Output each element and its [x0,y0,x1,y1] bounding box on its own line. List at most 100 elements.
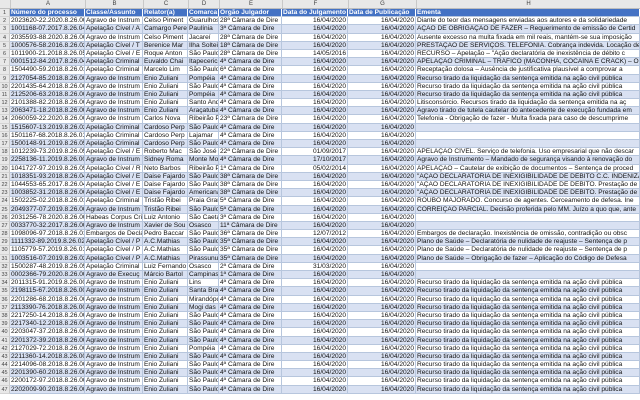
table-cell[interactable]: 16/04/2020 [282,246,348,255]
table-cell[interactable]: 0002366-79.2020.8.26.00 [10,271,85,280]
table-cell[interactable]: 1515607-13.2019.8.26.02 [10,123,85,132]
table-cell[interactable]: Recurso tirado da liquidação da sentença… [416,295,640,304]
table-cell[interactable]: Enio Zuliani [143,74,188,83]
table-cell[interactable]: Recurso tirado da liquidação da sentença… [416,303,640,312]
table-cell[interactable]: 4ª Câmara de Dire [219,311,282,321]
table-cell[interactable]: APELAÇÃO CRIMINAL – TRÁFICO (MACONHA, CO… [416,58,640,67]
table-cell[interactable]: 16/04/2020 [348,303,416,312]
table-cell[interactable]: Roberto Mac [143,148,188,157]
table-cell[interactable]: Recurso tirado da liquidação da sentença… [416,74,640,83]
table-cell[interactable]: 1ª Câmara de Dire [219,164,282,173]
table-cell[interactable]: São Paulo [188,66,219,75]
row-number[interactable]: 34 [0,279,10,288]
table-cell[interactable]: São Paulo [188,82,219,91]
table-cell[interactable]: 16/04/2020 [348,90,416,100]
table-cell[interactable]: Lajamar [188,131,219,140]
table-cell[interactable]: Agravo de Instrum [85,336,143,345]
select-all-corner[interactable] [0,0,11,8]
table-cell[interactable]: 1044553-65.2017.8.26.04 [10,180,85,190]
table-cell[interactable]: Neto Barbos [143,164,188,173]
table-cell[interactable]: Diante do teor das mensagens enviadas ao… [416,17,640,26]
table-cell[interactable]: 16/04/2020 [282,311,348,321]
table-cell[interactable]: 2201372-39.2018.8.26.00 [10,336,85,345]
row-number[interactable]: 21 [0,172,10,181]
table-cell[interactable]: Ribeirão Pr [188,164,219,173]
row-number[interactable]: 36 [0,295,10,304]
table-cell[interactable]: Recurso tirado da liquidação da sentença… [416,279,640,288]
table-cell[interactable]: São Paulo [188,311,219,321]
table-cell[interactable]: 1098096-97.2018.8.26.01 [10,230,85,239]
row-number[interactable]: 47 [0,385,10,394]
table-cell[interactable]: 36ª Câmara de Dire [219,230,282,239]
table-cell[interactable]: 2060059-22.2020.8.26.00 [10,115,85,124]
table-cell[interactable]: Recurso tirado da liquidação da sentença… [416,385,640,394]
table-cell[interactable]: Santa Branc [188,287,219,296]
table-cell[interactable]: 31/03/2020 [282,262,348,271]
table-cell[interactable]: "AÇÃO DECLARATÓRIA DE INEXIGIBILIDADE DE… [416,172,640,181]
table-cell[interactable]: Apelação Cível / R [85,164,143,173]
table-cell[interactable]: Apelação Cível / E [85,180,143,190]
table-cell[interactable]: 1003516-07.2019.8.26.02 [10,254,85,263]
table-cell[interactable]: 16/04/2020 [282,361,348,370]
table-cell[interactable] [416,271,640,280]
table-cell[interactable]: Apelação Criminal [85,58,143,67]
column-header-g[interactable]: G [349,0,417,8]
table-cell[interactable]: 16/04/2020 [348,238,416,247]
table-cell[interactable] [416,221,640,231]
table-cell[interactable]: 16/04/2020 [348,246,416,255]
header-cell[interactable]: Data de Publicação [348,9,416,18]
table-cell[interactable]: 2127029-72.2018.8.26.00 [10,344,85,353]
table-cell[interactable]: São Paulo [188,385,219,394]
row-number[interactable]: 9 [0,74,10,83]
table-cell[interactable]: 4ª Câmara de Dire [219,352,282,362]
table-cell[interactable]: São Paulo [188,238,219,247]
table-cell[interactable]: 38ª Câmara de Dire [219,189,282,198]
table-cell[interactable]: Enio Zuliani [143,328,188,337]
table-cell[interactable]: Agravo de Instrum [85,295,143,304]
table-cell[interactable]: Agravo de Instrum [85,17,143,26]
table-cell[interactable]: 16/04/2020 [282,279,348,288]
row-number[interactable]: 6 [0,49,10,59]
table-cell[interactable] [416,131,640,140]
table-cell[interactable]: Agravo de Instrum [85,90,143,100]
table-cell[interactable]: 38ª Câmara de Dire [219,180,282,190]
table-cell[interactable]: Mirandópolis [188,295,219,304]
row-number[interactable]: 28 [0,230,10,239]
table-cell[interactable]: 4ª Câmara de Dire [219,385,282,394]
table-cell[interactable]: 2031256-78.2020.8.26.00 [10,213,85,222]
table-cell[interactable]: 2063471-18.2018.8.26.00 [10,107,85,116]
table-cell[interactable]: São Paulo [188,246,219,255]
table-cell[interactable]: Luiz Antonio [143,213,188,222]
table-cell[interactable]: 28ª Câmara de Dire [219,49,282,59]
row-number[interactable]: 43 [0,352,10,362]
table-cell[interactable]: 1000576-58.2016.8.26.02 [10,41,85,50]
table-cell[interactable] [416,213,640,222]
table-cell[interactable]: 16/04/2020 [282,221,348,231]
row-number[interactable]: 4 [0,33,10,42]
table-cell[interactable] [416,123,640,132]
table-cell[interactable]: 35ª Câmara de Dire [219,254,282,263]
table-cell[interactable]: Enio Zuliani [143,90,188,100]
table-cell[interactable]: Apelação Cível / T [85,41,143,50]
table-cell[interactable]: 16/04/2020 [348,230,416,239]
table-cell[interactable]: 2217340-12.2018.8.26.00 [10,320,85,329]
table-cell[interactable]: 4ª Câmara de Dire [219,123,282,132]
table-cell[interactable]: 1500287-48.2019.8.26.05 [10,262,85,271]
row-number[interactable]: 41 [0,336,10,345]
row-number[interactable]: 19 [0,156,10,165]
table-cell[interactable]: 1111332-89.2019.8.26.02 [10,238,85,247]
table-cell[interactable]: 16/04/2020 [348,123,416,132]
table-cell[interactable]: 1500148-91.2019.8.26.05 [10,140,85,149]
table-cell[interactable]: 16/04/2020 [348,107,416,116]
table-cell[interactable] [416,140,640,149]
table-cell[interactable]: Recurso tirado da liquidação da sentença… [416,328,640,337]
table-cell[interactable]: 16/04/2020 [282,369,348,378]
table-cell[interactable]: Apelação Criminal [85,197,143,206]
table-cell[interactable]: 16/04/2020 [348,17,416,26]
table-cell[interactable]: São Paulo [188,369,219,378]
table-cell[interactable]: Recurso tirado da liquidação da sentença… [416,311,640,321]
table-cell[interactable]: 16/04/2020 [348,254,416,263]
table-cell[interactable]: 16/04/2020 [282,131,348,140]
table-cell[interactable]: CORREIÇÃO PARCIAL. Decisão proferida pel… [416,205,640,214]
row-number[interactable]: 14 [0,115,10,124]
